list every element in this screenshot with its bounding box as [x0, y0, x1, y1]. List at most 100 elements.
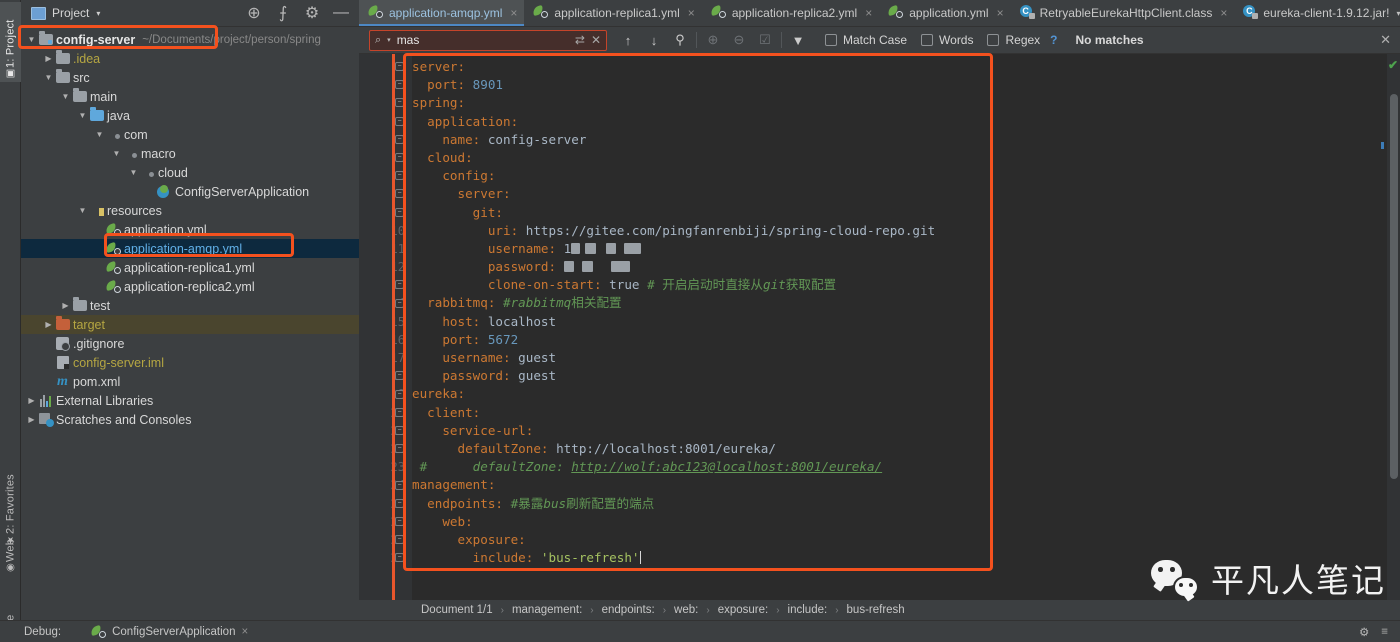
fold-marker[interactable]: − [395, 135, 404, 144]
hide-panel-icon[interactable]: — [333, 5, 349, 21]
tree-expand-arrow[interactable]: ▼ [77, 111, 88, 120]
breadcrumb-item[interactable]: management: [512, 604, 582, 616]
checkbox-box[interactable] [825, 34, 837, 46]
editor-tab-application-yml[interactable]: application.yml× [879, 0, 1010, 26]
fold-marker[interactable]: − [395, 280, 404, 289]
fold-marker[interactable]: − [395, 408, 404, 417]
fold-marker[interactable]: − [395, 117, 404, 126]
tree-item-configserverapplication[interactable]: ▶ConfigServerApplication [21, 182, 359, 201]
checkbox-box[interactable] [987, 34, 999, 46]
collapse-all-icon[interactable]: ⨍ [275, 5, 291, 21]
regex-help-icon[interactable]: ? [1050, 33, 1057, 47]
fold-marker[interactable]: − [395, 371, 404, 380]
add-occurrence-icon[interactable]: ⊕ [700, 29, 726, 51]
search-input-value[interactable]: mas [397, 33, 569, 47]
fold-marker[interactable]: − [395, 208, 404, 217]
run-configuration[interactable]: ConfigServerApplication × [91, 625, 248, 638]
tree-expand-arrow[interactable]: ▶ [60, 301, 71, 310]
tree-expand-arrow[interactable]: ▶ [43, 320, 54, 329]
tree-expand-arrow[interactable]: ▶ [43, 358, 54, 367]
tree-expand-arrow[interactable]: ▶ [43, 54, 54, 63]
editor-tab-retryableeurekahttpclient-class[interactable]: CRetryableEurekaHttpClient.class× [1011, 0, 1235, 26]
editor-tab-application-amqp-yml[interactable]: application-amqp.yml× [359, 0, 524, 26]
fold-marker[interactable]: − [395, 299, 404, 308]
remove-occurrence-icon[interactable]: ⊖ [726, 29, 752, 51]
tree-item-pom-xml[interactable]: ▶mpom.xml [21, 372, 359, 391]
editor-tab-overflow[interactable]: ▾≡3 [1396, 0, 1400, 26]
checkbox-box[interactable] [921, 34, 933, 46]
find-next-icon[interactable]: ↓ [641, 29, 667, 51]
tree-expand-arrow[interactable]: ▶ [94, 282, 105, 291]
close-find-bar-icon[interactable]: ✕ [1380, 32, 1391, 48]
tree-item-src[interactable]: ▼src [21, 68, 359, 87]
tree-item-application-replica2-yml[interactable]: ▶application-replica2.yml [21, 277, 359, 296]
tree-item-resources[interactable]: ▼resources [21, 201, 359, 220]
breadcrumb-item[interactable]: exposure: [718, 604, 769, 616]
editor-tab-eureka-client-1-9-12-jar[interactable]: Ceureka-client-1.9.12.jar! [1234, 0, 1396, 26]
breadcrumb-item[interactable]: Document 1/1 [421, 604, 493, 616]
find-previous-icon[interactable]: ↑ [615, 29, 641, 51]
close-icon[interactable]: × [241, 626, 248, 638]
editor-tab-application-replica1-yml[interactable]: application-replica1.yml× [524, 0, 701, 26]
words-checkbox[interactable]: Words [921, 33, 973, 47]
tool-tab-web[interactable]: ◉ Web [0, 520, 21, 576]
tree-item-external-libraries[interactable]: ▶External Libraries [21, 391, 359, 410]
tree-item-application-yml[interactable]: ▶application.yml [21, 220, 359, 239]
tree-expand-arrow[interactable]: ▼ [77, 206, 88, 215]
close-icon[interactable]: × [997, 6, 1004, 20]
tree-expand-arrow[interactable]: ▼ [128, 168, 139, 177]
tree-expand-arrow[interactable]: ▶ [145, 187, 156, 196]
fold-marker[interactable]: − [395, 517, 404, 526]
chevron-down-icon[interactable]: ▾ [387, 36, 391, 44]
tree-item-scratches-and-consoles[interactable]: ▶Scratches and Consoles [21, 410, 359, 429]
breadcrumb-item[interactable]: web: [674, 604, 698, 616]
breadcrumb-item[interactable]: include: [788, 604, 828, 616]
tree-expand-arrow[interactable]: ▶ [94, 263, 105, 272]
settings-gear-icon[interactable]: ⚙ [304, 5, 320, 21]
editor-tab-application-replica2-yml[interactable]: application-replica2.yml× [702, 0, 879, 26]
tree-item-cloud[interactable]: ▼cloud [21, 163, 359, 182]
tree-expand-arrow[interactable]: ▶ [94, 225, 105, 234]
tree-expand-arrow[interactable]: ▼ [43, 73, 54, 82]
fold-marker[interactable]: − [395, 80, 404, 89]
breadcrumb[interactable]: Document 1/1›management:›endpoints:›web:… [359, 600, 1400, 620]
tree-item-test[interactable]: ▶test [21, 296, 359, 315]
select-all-occurrences-icon[interactable]: ⚲ [667, 29, 693, 51]
tree-item-macro[interactable]: ▼macro [21, 144, 359, 163]
regex-checkbox[interactable]: Regex [987, 33, 1040, 47]
chevron-down-icon[interactable]: ▾ [96, 9, 100, 18]
tree-item-config-server-iml[interactable]: ▶config-server.iml [21, 353, 359, 372]
settings-gear-icon[interactable]: ⚙ [1359, 625, 1369, 639]
search-history-icon[interactable]: ⇄ [575, 33, 585, 47]
tree-expand-arrow[interactable]: ▼ [111, 149, 122, 158]
fold-marker[interactable]: − [395, 98, 404, 107]
tree-expand-arrow[interactable]: ▶ [43, 339, 54, 348]
tree-item-idea[interactable]: ▶.idea [21, 49, 359, 68]
filter-icon[interactable]: ▼ [785, 29, 811, 51]
tree-expand-arrow[interactable]: ▶ [94, 244, 105, 253]
code-editor[interactable]: 1234567891011121314151617181920212223242… [359, 54, 1400, 600]
tree-item-application-replica1-yml[interactable]: ▶application-replica1.yml [21, 258, 359, 277]
close-icon[interactable]: × [1220, 6, 1227, 20]
fold-marker[interactable]: − [395, 62, 404, 71]
tree-item-application-amqp-yml[interactable]: ▶application-amqp.yml [21, 239, 359, 258]
code-text[interactable]: server: port: 8901spring: application: n… [412, 58, 1380, 600]
tree-expand-arrow[interactable]: ▶ [26, 415, 37, 424]
tree-item-gitignore[interactable]: ▶.gitignore [21, 334, 359, 353]
search-input[interactable]: ⌕ ▾ mas ⇄ ✕ [369, 30, 607, 51]
editor-scrollbar-thumb[interactable] [1390, 94, 1398, 479]
fold-marker[interactable]: − [395, 481, 404, 490]
close-icon[interactable]: × [865, 6, 872, 20]
fold-marker[interactable]: − [395, 153, 404, 162]
notifications-icon[interactable]: ≡ [1381, 626, 1388, 638]
tool-tab-project[interactable]: ▣ 1: Project [0, 2, 21, 82]
project-tree[interactable]: ▼config-server~/Documents/project/person… [21, 27, 359, 600]
breadcrumb-item[interactable]: endpoints: [602, 604, 655, 616]
close-icon[interactable]: × [688, 6, 695, 20]
fold-marker[interactable]: − [395, 444, 404, 453]
tree-expand-arrow[interactable]: ▶ [26, 396, 37, 405]
fold-marker[interactable]: − [395, 171, 404, 180]
chevron-down-icon[interactable]: ▾ [1396, 9, 1400, 18]
tree-expand-arrow[interactable]: ▼ [94, 130, 105, 139]
tree-expand-arrow[interactable]: ▼ [60, 92, 71, 101]
